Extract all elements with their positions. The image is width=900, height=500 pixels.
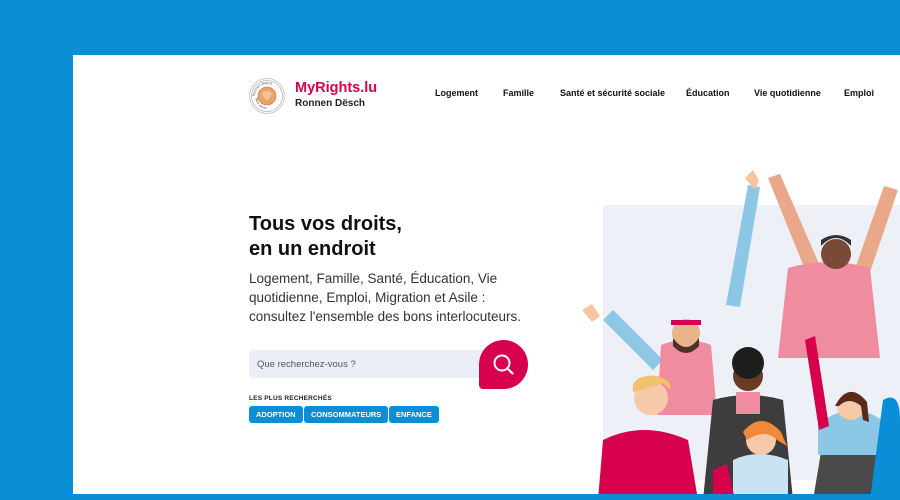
people-illustration bbox=[582, 170, 900, 500]
nav-item-vie-quotidienne[interactable]: Vie quotidienne bbox=[754, 88, 821, 98]
tag-adoption[interactable]: ADOPTION bbox=[249, 406, 303, 423]
hero-title-line1: Tous vos droits, bbox=[249, 213, 402, 235]
nav-item-emploi[interactable]: Emploi bbox=[844, 88, 874, 98]
popular-searches-label: LES PLUS RECHERCHÉS bbox=[249, 395, 332, 402]
hero-title: Tous vos droits, en un endroit bbox=[249, 212, 402, 262]
brand-subtitle: Ronnen Dësch bbox=[295, 98, 366, 109]
brand-name[interactable]: MyRights.lu bbox=[295, 80, 377, 96]
nav-item-sante[interactable]: Santé et sécurité sociale bbox=[560, 88, 665, 98]
hero-title-line2: en un endroit bbox=[249, 238, 376, 260]
search-button[interactable] bbox=[479, 340, 528, 389]
tag-enfance[interactable]: ENFANCE bbox=[389, 406, 439, 423]
tag-consommateurs[interactable]: CONSOMMATEURS bbox=[304, 406, 389, 423]
nav-item-famille[interactable]: Famille bbox=[503, 88, 534, 98]
search-input[interactable] bbox=[249, 350, 499, 378]
browser-page: Ronnen Dësch Table ronde MyRights.lu Ron… bbox=[73, 55, 900, 500]
logo-seal-icon[interactable]: Ronnen Dësch Table ronde bbox=[249, 78, 285, 114]
search-icon bbox=[493, 354, 514, 375]
nav-item-education[interactable]: Éducation bbox=[686, 88, 730, 98]
bottom-accent-bar bbox=[73, 494, 900, 500]
hero-description: Logement, Famille, Santé, Éducation, Vie… bbox=[249, 271, 521, 324]
nav-item-logement[interactable]: Logement bbox=[435, 88, 478, 98]
